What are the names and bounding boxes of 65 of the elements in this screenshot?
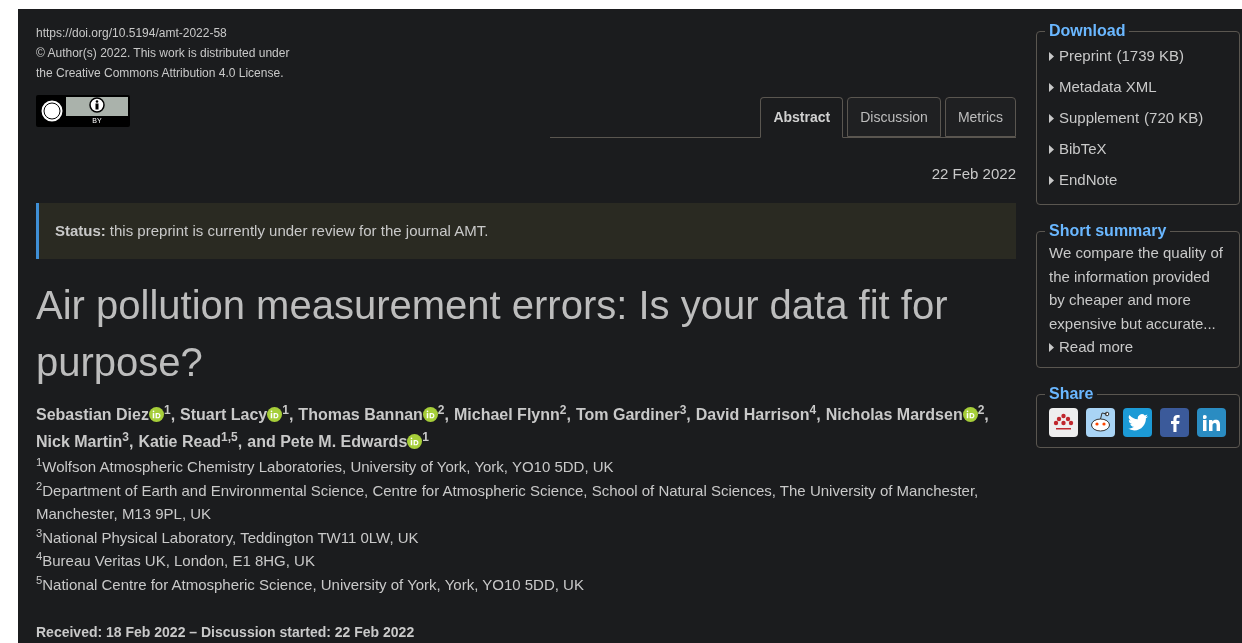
author-affiliation: $^{3}$, [679,406,691,423]
article-title: Air pollution measurement errors: Is your data fit for purpose? [36,282,949,386]
reddit-icon[interactable] [1086,408,1115,437]
affiliation: $^{3}$National Physical Laboratory, Teddington TW11 0LW, UK [36,525,420,548]
author-affiliation: $^{2}$, [977,406,989,423]
publication-date: 22 Feb 2022 [931,164,1016,184]
caret-icon [1049,176,1054,185]
read-more-link[interactable]: Read more [1059,335,1134,359]
facebook-icon[interactable] [1160,408,1189,437]
author-name: Nick Martin [36,433,123,450]
author-affiliation: $^{2}$, [437,406,449,423]
author-affiliation: $^{1}$, [163,406,176,423]
affiliation: $^{1}$Wolfson Atmospheric Chemistry Laboratories, University of York, York, YO10 5DD, UK [36,455,615,477]
caret-icon [1049,342,1054,352]
author-affiliation: $^{2}$, [559,406,571,423]
author-affiliation: $^{1}$, [282,406,294,423]
mendeley-icon[interactable] [1049,408,1078,437]
author-name: Sebastian Diez [36,406,149,423]
file-size: (1739 KB) [1116,46,1185,67]
orcid-icon[interactable] [422,407,438,422]
caret-icon [1049,52,1054,61]
caret-icon [1049,114,1054,123]
panel-heading: Short summary [1048,221,1168,241]
summary-text: We compare the quality of the information provided by cheaper and more expensive but accurate... [1049,243,1224,334]
download-link[interactable]: EndNote [1059,169,1118,192]
download-link[interactable]: Metadata XML [1059,76,1157,99]
license-text: © Author(s) 2022. This work is distributed under [36,45,290,62]
orcid-icon[interactable] [148,407,164,422]
download-link[interactable]: BibTeX [1059,138,1107,161]
author-name: and Pete M. Edwards [247,433,408,450]
author-name: Michael Flynn [453,406,560,423]
panel-heading: Share [1048,384,1095,404]
orcid-icon[interactable] [962,407,978,422]
author-name: Tom Gardiner [575,406,680,423]
affiliation: $^{5}$National Centre for Atmospheric Science, University of York, York, YO10 5DD, UK [36,572,585,595]
panel-heading: Download [1048,21,1127,41]
history-text: Received: 18 Feb 2022 – Discussion started: 22 Feb 2022 [36,623,416,642]
affiliation: $^{4}$Bureau Veritas UK, London, E1 8HG, UK [36,549,316,571]
file-size: (720 KB) [1144,108,1204,129]
caret-icon [1049,83,1054,92]
author-affiliation: $^{3}$, [122,433,134,450]
author-affiliation: $^{1,5}$, [221,433,243,450]
status-text: this preprint is currently under review for the journal AMT. [109,220,489,241]
tab[interactable]: Abstract [760,97,844,138]
author-name: Thomas Bannan [298,406,423,423]
doi-link[interactable]: https://doi.org/10.5194/amt-2022-58 [36,23,290,43]
status-label: Status: [55,220,106,241]
author-name: David Harrison [695,406,810,423]
orcid-icon[interactable] [267,407,283,422]
license-text: the Creative Commons Attribution 4.0 License. [36,65,285,82]
caret-icon [1049,145,1054,154]
twitter-icon[interactable] [1123,408,1152,437]
author-name: Nicholas Mardsen [825,406,963,423]
tab[interactable]: Metrics [944,97,1016,137]
author-affiliation: 1 [422,433,429,446]
tab[interactable]: Discussion [847,97,941,137]
download-link[interactable]: Supplement [1059,107,1140,130]
author-name: Stuart Lacy [180,406,268,423]
affiliation: $^{2}$Department of Earth and Environmental Science, Centre for Atmospheric Science, School of Natural Sciences, The University of Manchester, Manchester, M13 9PL, UK [36,478,980,524]
linkedin-icon[interactable] [1197,408,1226,437]
person-icon [89,97,105,113]
orcid-icon[interactable] [407,434,423,449]
author-name: Katie Read [138,433,222,450]
author-affiliation: $^{4}$, [809,406,821,423]
download-link[interactable]: Preprint [1059,45,1112,68]
